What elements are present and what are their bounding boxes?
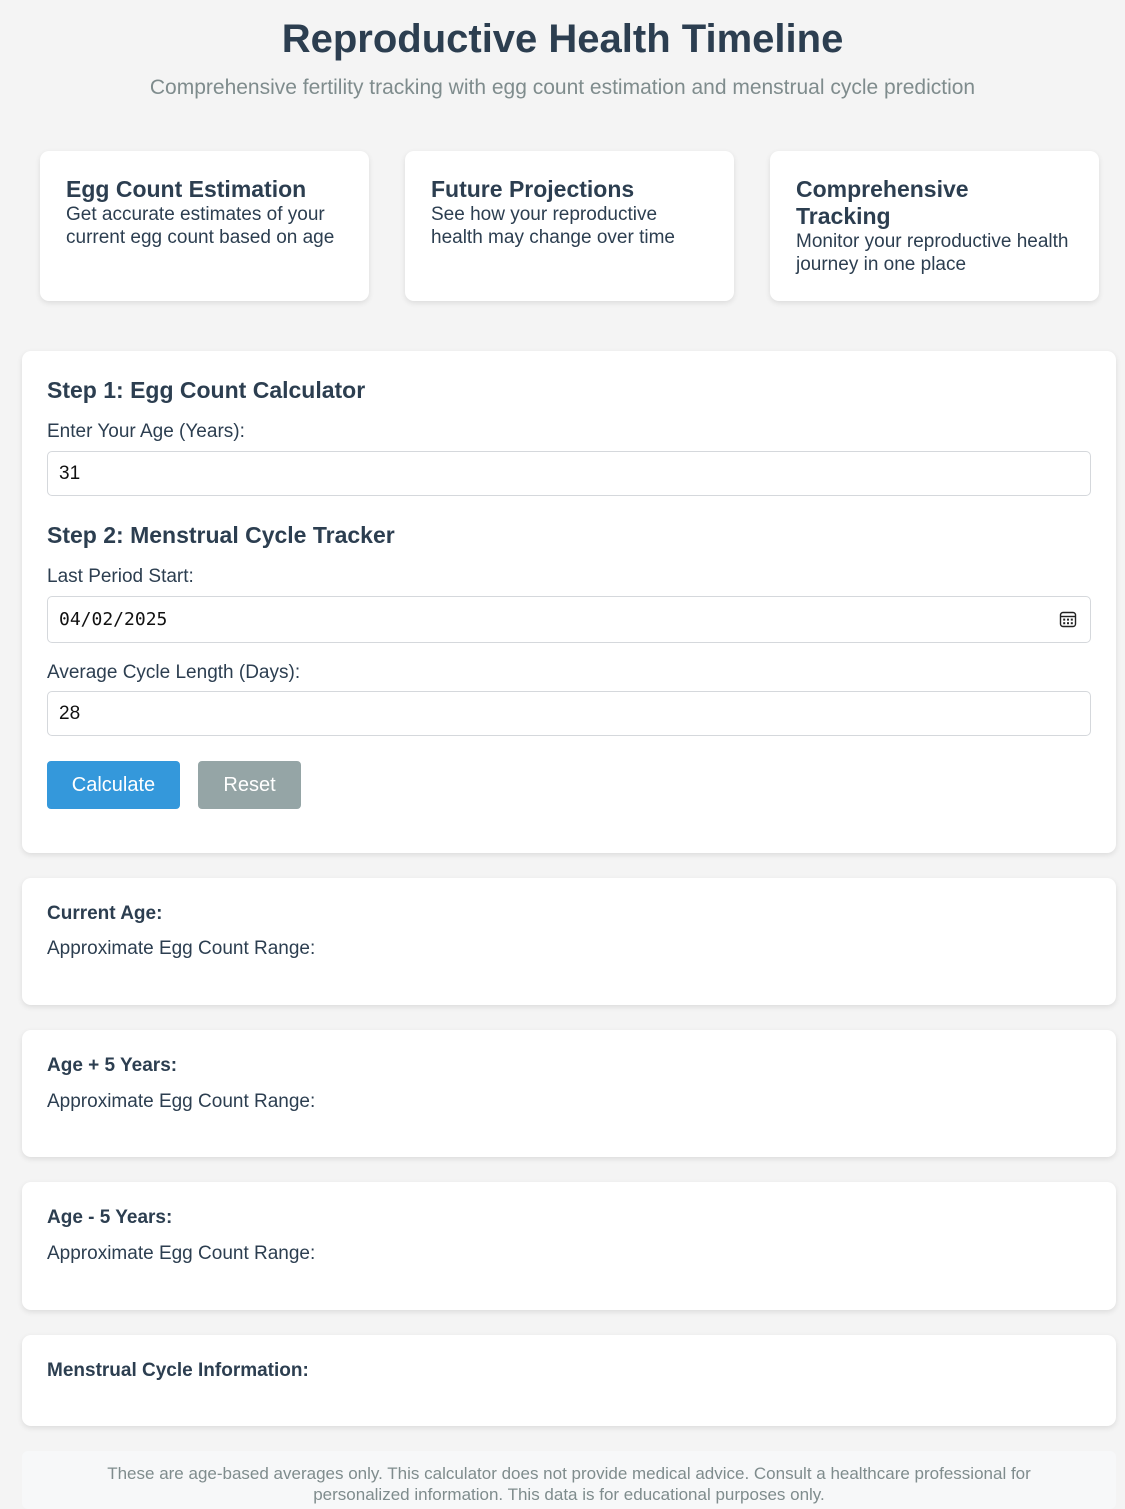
- feature-card-egg-count: Egg Count Estimation Get accurate estima…: [40, 151, 369, 301]
- egg-count-range-label: Approximate Egg Count Range:: [47, 1243, 316, 1264]
- disclaimer: These are age-based averages only. This …: [22, 1451, 1116, 1509]
- feature-description: Monitor your reproductive health journey…: [796, 231, 1069, 275]
- result-title: Age - 5 Years:: [47, 1207, 173, 1228]
- feature-description: See how your reproductive health may cha…: [431, 204, 675, 248]
- feature-card-future-projections: Future Projections See how your reproduc…: [405, 151, 734, 301]
- cycle-length-label: Average Cycle Length (Days):: [47, 662, 301, 683]
- egg-count-range-label: Approximate Egg Count Range:: [47, 1091, 316, 1112]
- result-title: Current Age:: [47, 903, 163, 924]
- step1-title: Step 1: Egg Count Calculator: [47, 377, 366, 403]
- last-period-date-value: 04/02/2025: [59, 609, 168, 630]
- period-label: Last Period Start:: [47, 566, 194, 587]
- age-label: Enter Your Age (Years):: [47, 421, 245, 442]
- age-input-value: 31: [59, 462, 81, 484]
- result-age-minus-5: Age - 5 Years: Approximate Egg Count Ran…: [22, 1182, 1116, 1310]
- egg-count-range-label: Approximate Egg Count Range:: [47, 938, 316, 959]
- result-current-age: Current Age: Approximate Egg Count Range…: [22, 878, 1116, 1005]
- step2-title: Step 2: Menstrual Cycle Tracker: [47, 522, 395, 548]
- feature-title: Comprehensive Tracking: [796, 176, 969, 229]
- age-input[interactable]: 31: [47, 451, 1091, 496]
- feature-card-comprehensive-tracking: Comprehensive Tracking Monitor your repr…: [770, 151, 1099, 301]
- calculator-form: Step 1: Egg Count Calculator Enter Your …: [22, 351, 1116, 853]
- cycle-length-value: 28: [59, 702, 81, 724]
- feature-title: Future Projections: [431, 176, 635, 202]
- feature-title: Egg Count Estimation: [66, 176, 307, 202]
- result-age-plus-5: Age + 5 Years: Approximate Egg Count Ran…: [22, 1030, 1116, 1157]
- page-title: Reproductive Health Timeline: [281, 17, 844, 61]
- calendar-icon[interactable]: [1059, 610, 1077, 628]
- page: Reproductive Health Timeline Comprehensi…: [0, 0, 1125, 1509]
- result-menstrual-cycle: Menstrual Cycle Information:: [22, 1335, 1116, 1426]
- page-subtitle: Comprehensive fertility tracking with eg…: [149, 76, 976, 99]
- result-title: Age + 5 Years:: [47, 1055, 178, 1076]
- last-period-date-input[interactable]: 04/02/2025: [47, 596, 1091, 643]
- reset-button[interactable]: Reset: [198, 761, 301, 809]
- cycle-length-input[interactable]: 28: [47, 691, 1091, 736]
- feature-description: Get accurate estimates of your current e…: [66, 204, 335, 248]
- result-title: Menstrual Cycle Information:: [47, 1360, 309, 1381]
- calculate-button[interactable]: Calculate: [47, 761, 180, 809]
